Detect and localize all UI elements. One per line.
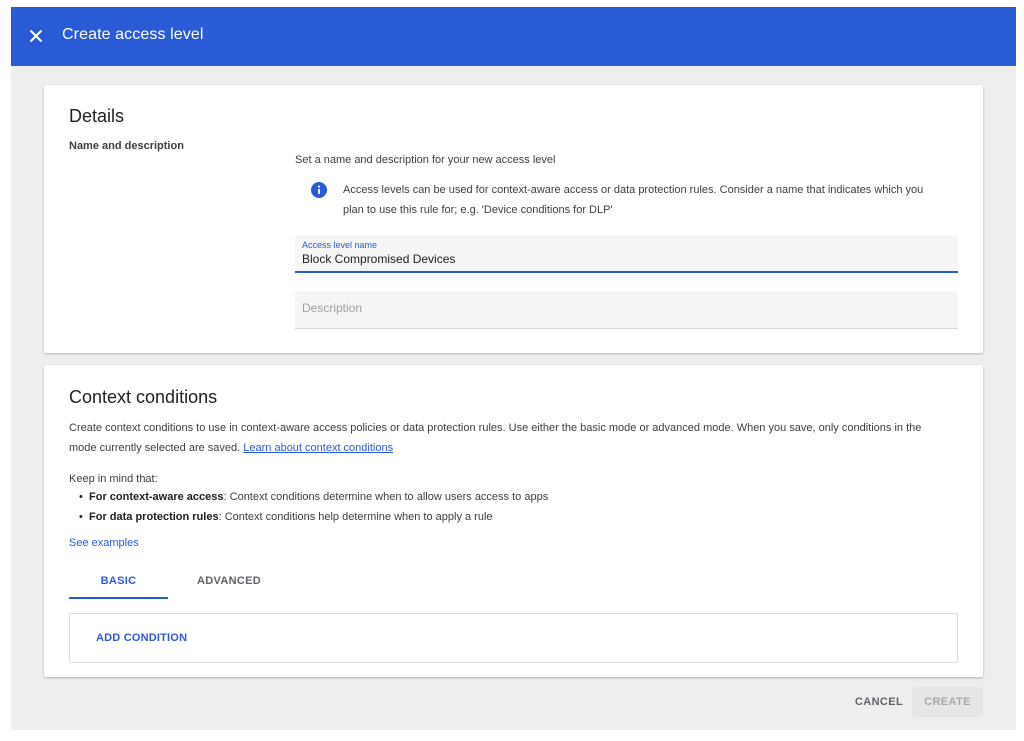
- tab-indicator: [69, 597, 168, 599]
- header-bar: Create access level: [11, 7, 1016, 66]
- see-examples-link[interactable]: See examples: [69, 537, 139, 549]
- add-condition-button[interactable]: ADD CONDITION: [96, 632, 187, 644]
- details-intro: Set a name and description for your new …: [295, 154, 556, 166]
- bullet-bold: For context-aware access: [89, 491, 224, 503]
- bullet-bold: For data protection rules: [89, 511, 219, 523]
- access-level-name-field[interactable]: Access level name Block Compromised Devi…: [295, 235, 958, 273]
- description-field[interactable]: [295, 291, 958, 329]
- info-text-line2: plan to use this rule for; e.g. 'Device …: [343, 204, 613, 216]
- context-desc-line1: Create context conditions to use in cont…: [69, 422, 922, 434]
- context-desc-text: mode currently selected are saved.: [69, 442, 244, 454]
- bullet-text: : Context conditions determine when to a…: [223, 491, 549, 503]
- close-icon: [30, 30, 42, 42]
- create-button[interactable]: CREATE: [912, 687, 983, 717]
- access-level-name-label: Access level name: [302, 240, 378, 250]
- tab-advanced[interactable]: ADVANCED: [179, 575, 279, 587]
- context-title: Context conditions: [69, 387, 218, 407]
- close-button[interactable]: [24, 24, 48, 48]
- context-desc-line2: mode currently selected are saved. Learn…: [69, 438, 393, 458]
- learn-context-conditions-link[interactable]: Learn about context conditions: [243, 442, 393, 454]
- dialog-frame: Create access level Details Name and des…: [11, 7, 1016, 730]
- details-title: Details: [69, 106, 125, 126]
- cancel-button[interactable]: CANCEL: [847, 687, 911, 717]
- list-item: For context-aware access: Context condit…: [79, 487, 548, 507]
- access-level-name-value[interactable]: Block Compromised Devices: [302, 252, 455, 266]
- info-icon: [311, 182, 327, 198]
- info-text-line1: Access levels can be used for context-aw…: [343, 184, 924, 196]
- name-description-label: Name and description: [69, 140, 184, 152]
- page-title: Create access level: [62, 26, 204, 43]
- bullet-text: : Context conditions help determine when…: [218, 511, 493, 523]
- keep-in-mind-label: Keep in mind that:: [69, 473, 158, 485]
- details-card: Details Name and description Set a name …: [44, 85, 983, 353]
- context-conditions-card: Context conditions Create context condit…: [44, 365, 983, 677]
- description-input[interactable]: [302, 301, 942, 315]
- tab-basic[interactable]: BASIC: [69, 575, 168, 587]
- condition-box: ADD CONDITION: [69, 613, 958, 663]
- list-item: For data protection rules: Context condi…: [79, 507, 548, 527]
- context-bullets: For context-aware access: Context condit…: [79, 487, 548, 527]
